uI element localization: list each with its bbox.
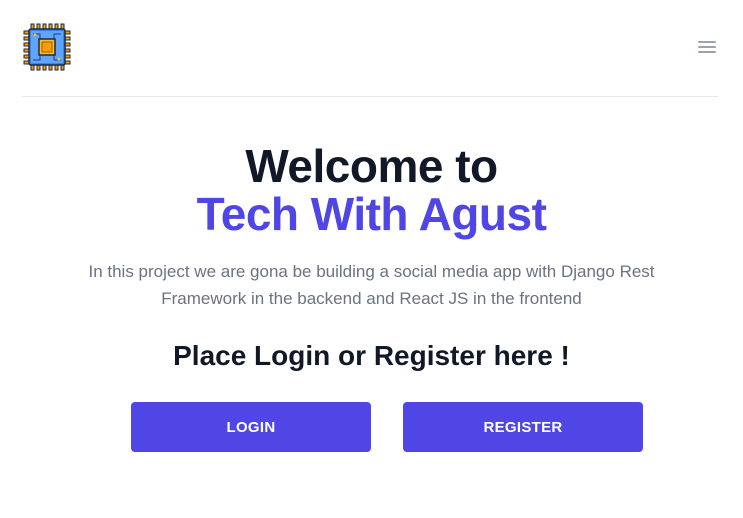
menu-bar [698, 46, 716, 48]
cta-heading: Place Login or Register here ! [173, 340, 570, 371]
hero-section: Welcome to Tech With Agust In this proje… [0, 140, 743, 374]
hero-title: Welcome to [245, 140, 498, 192]
hero-description: In this project we are gona be building … [88, 262, 655, 308]
register-button[interactable]: REGISTER [403, 402, 643, 452]
top-navbar [22, 0, 718, 97]
menu-bar [698, 51, 716, 53]
login-button[interactable]: LOGIN [131, 402, 371, 452]
hero-brand-title: Tech With Agust [196, 188, 547, 240]
microchip-icon[interactable] [22, 22, 72, 72]
hamburger-menu-icon[interactable] [696, 38, 718, 58]
menu-bar [698, 41, 716, 43]
